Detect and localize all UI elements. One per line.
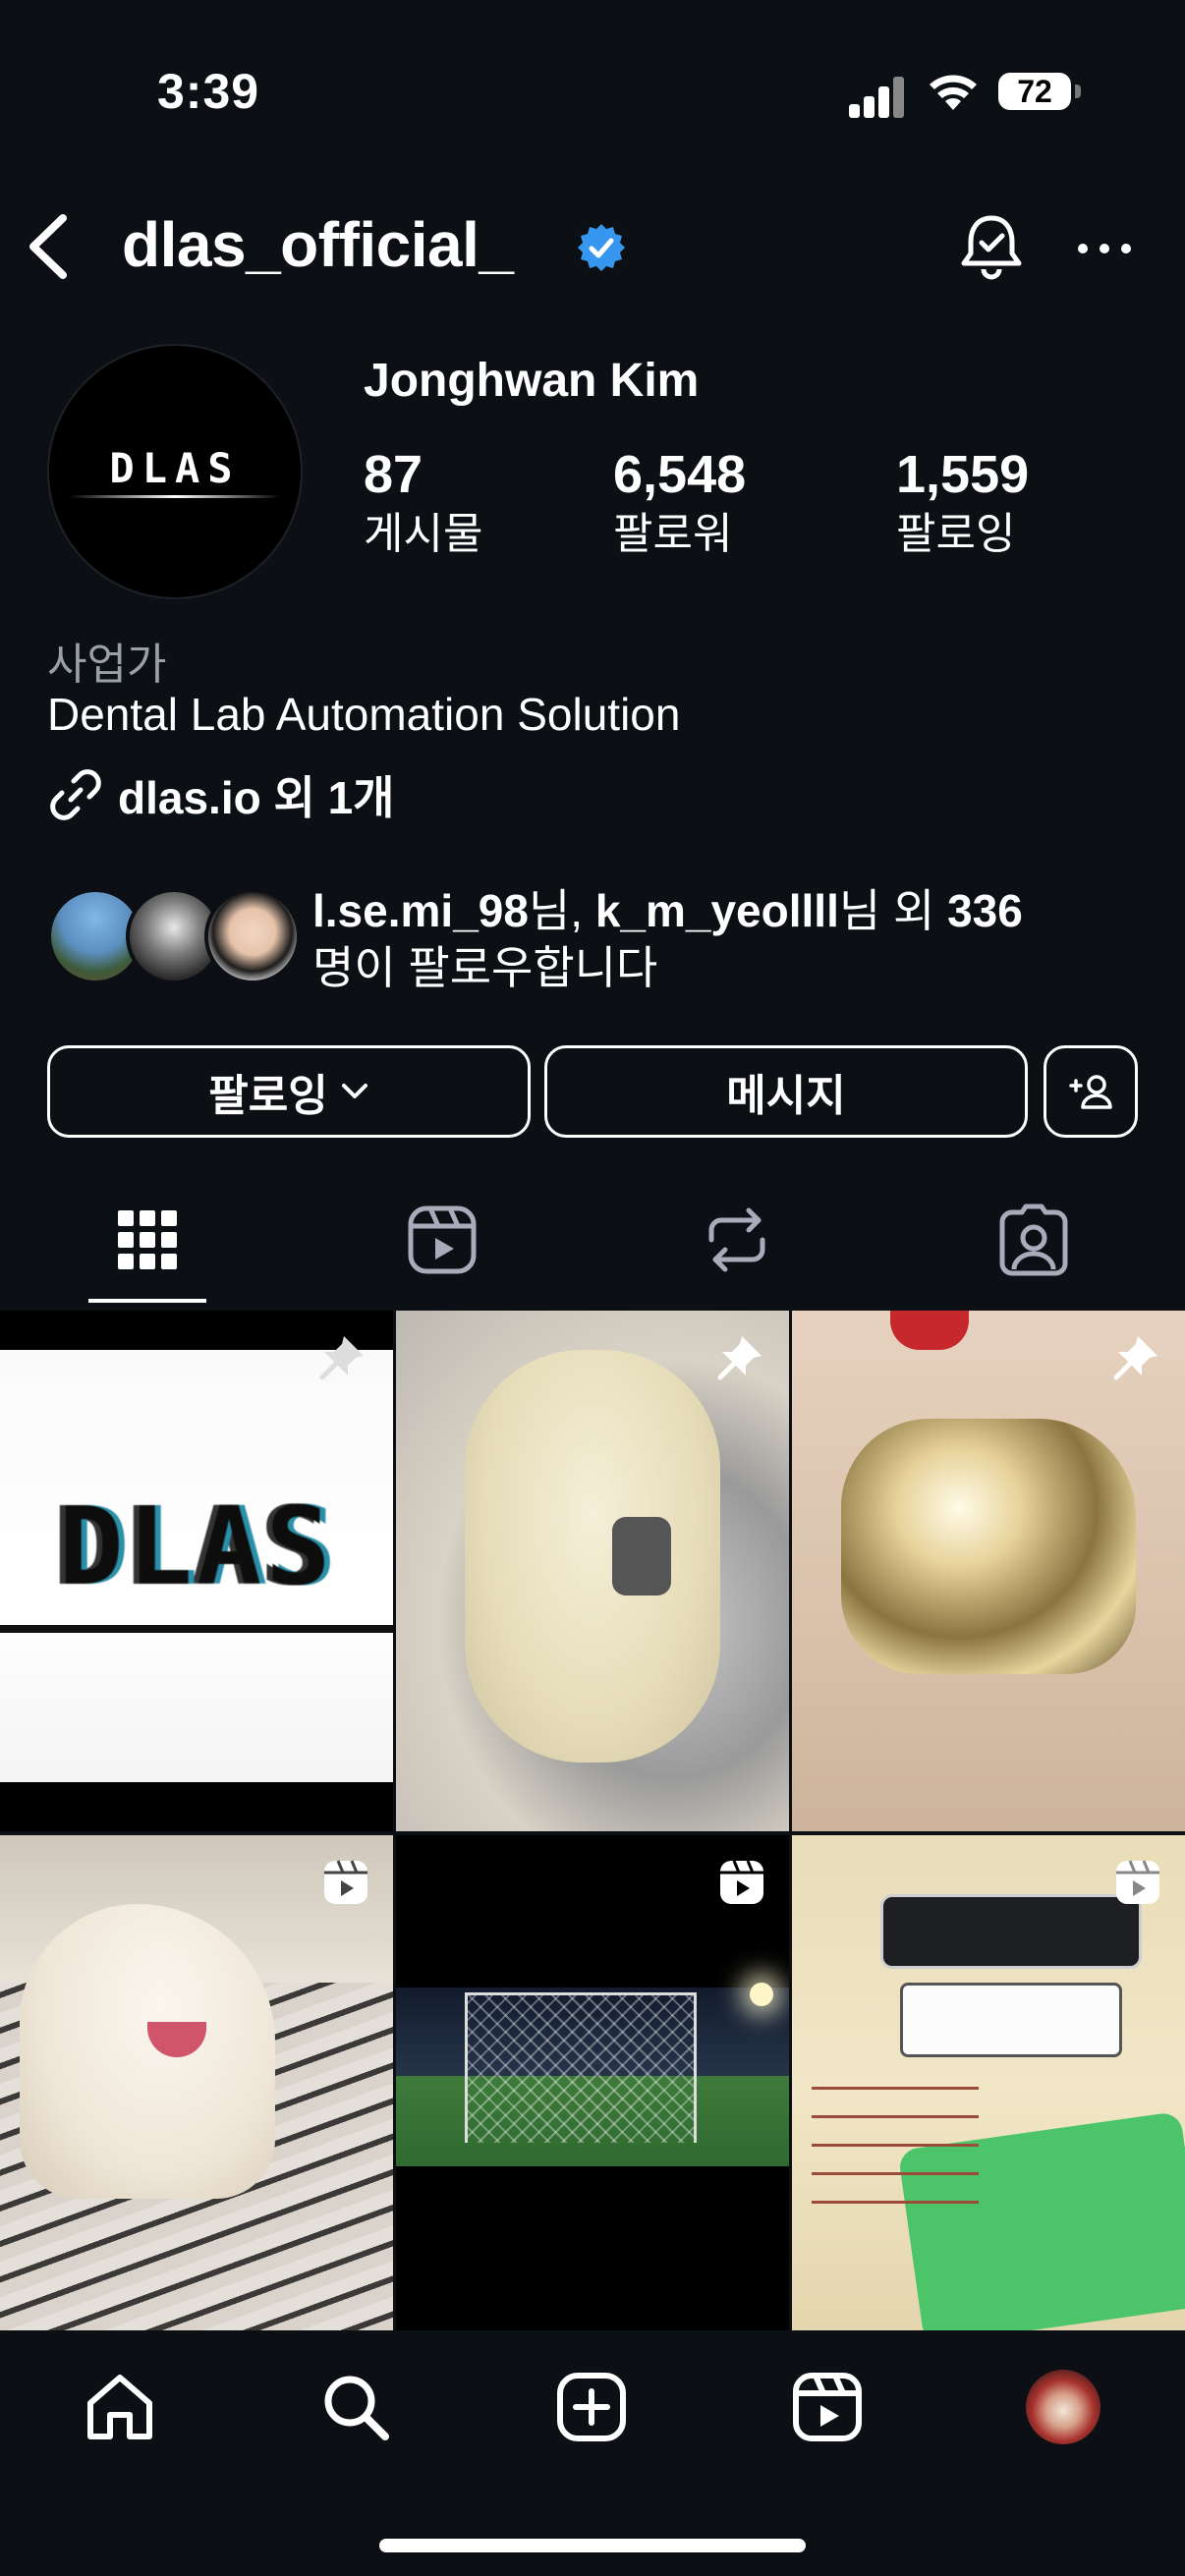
verified-badge-icon: [578, 224, 625, 271]
mutual-suffix-2: 님 외: [838, 885, 948, 936]
home-indicator: [379, 2539, 806, 2552]
mutual-count: 336: [947, 885, 1023, 936]
post-image-nametag: [900, 1983, 1122, 2057]
mutual-follower-avatar: [204, 888, 301, 984]
reposts-tab-icon[interactable]: [698, 1201, 776, 1279]
pin-icon: [717, 1336, 762, 1380]
post-image: [20, 1904, 275, 2199]
mutual-line-2: 명이 팔로우합니다: [312, 942, 658, 993]
reel-badge-icon: [720, 1860, 763, 1904]
battery-level: 72: [1017, 74, 1052, 109]
profile-link-text: dlas.io 외 1개: [118, 772, 395, 823]
following-button[interactable]: 팔로잉: [47, 1045, 531, 1138]
mutual-followers-text: l.se.mi_98님, k_m_yeollll님 외 336 명이 팔로우합니…: [312, 882, 1157, 996]
wifi-icon: [930, 75, 977, 110]
post-tile[interactable]: [396, 1311, 789, 1831]
profile-link[interactable]: dlas.io 외 1개: [47, 762, 395, 827]
following-label: 팔로잉: [896, 510, 1016, 558]
post-tile[interactable]: DLAS: [0, 1311, 393, 1831]
status-time: 3:39: [157, 64, 260, 119]
mutual-user-1: l.se.mi_98: [312, 885, 529, 936]
notification-bell-icon[interactable]: [957, 210, 1026, 283]
post-tile[interactable]: [792, 1311, 1185, 1831]
suggest-people-button[interactable]: [1044, 1045, 1138, 1138]
post-image-notes: [812, 2061, 979, 2218]
post-image-detail: [890, 1311, 969, 1350]
posts-stat[interactable]: 87 게시물: [364, 442, 482, 562]
search-icon[interactable]: [318, 2370, 393, 2444]
cellular-signal-icon: [849, 75, 904, 118]
add-person-icon: [1069, 1075, 1112, 1109]
pin-icon: [319, 1336, 364, 1380]
profile-nav-avatar[interactable]: [1026, 2370, 1100, 2444]
post-divider: [0, 1625, 393, 1633]
profile-avatar[interactable]: DLAS: [47, 344, 303, 599]
active-tab-indicator: [88, 1299, 206, 1303]
mutual-suffix-1: 님,: [528, 885, 595, 936]
create-post-icon[interactable]: [554, 2370, 629, 2444]
post-tile[interactable]: [792, 1835, 1185, 2330]
post-image: [465, 1350, 720, 1763]
post-image-detail: [612, 1517, 671, 1596]
back-icon[interactable]: [22, 210, 75, 283]
home-icon[interactable]: [83, 2370, 157, 2444]
message-button-label: 메시지: [726, 1072, 846, 1120]
link-icon: [50, 769, 101, 820]
reels-tab-icon[interactable]: [403, 1201, 481, 1279]
post-tile[interactable]: [0, 1835, 393, 2330]
following-button-label: 팔로잉: [208, 1072, 328, 1120]
post-image-light: [750, 1983, 773, 2006]
followers-count: 6,548: [613, 445, 747, 504]
avatar-logo: DLAS: [109, 444, 241, 492]
reel-badge-icon: [324, 1860, 367, 1904]
posts-count: 87: [364, 445, 423, 504]
profile-bio: Dental Lab Automation Solution: [47, 689, 681, 740]
reel-badge-icon: [1116, 1860, 1159, 1904]
followers-stat[interactable]: 6,548 팔로워: [613, 442, 746, 562]
post-image-nametag: [880, 1894, 1142, 1969]
battery-icon: 72: [998, 69, 1083, 114]
followers-label: 팔로워: [613, 510, 733, 558]
following-count: 1,559: [896, 445, 1030, 504]
more-options-icon[interactable]: [1075, 234, 1134, 263]
posts-label: 게시물: [364, 510, 483, 558]
following-stat[interactable]: 1,559 팔로잉: [896, 442, 1029, 562]
post-tile[interactable]: [396, 1835, 789, 2330]
pin-icon: [1113, 1336, 1157, 1380]
post-image: [841, 1419, 1136, 1674]
profile-category: 사업가: [47, 641, 167, 689]
profile-full-name: Jonghwan Kim: [364, 355, 700, 407]
tagged-tab-icon[interactable]: [994, 1201, 1073, 1279]
grid-icon[interactable]: [108, 1201, 187, 1279]
message-button[interactable]: 메시지: [544, 1045, 1028, 1138]
post-image-goal: [465, 1992, 697, 2143]
chevron-down-icon: [341, 1084, 367, 1098]
reels-nav-icon[interactable]: [790, 2370, 865, 2444]
post-glitch-text: DLAS: [58, 1484, 335, 1609]
profile-username: dlas_official_: [122, 209, 514, 280]
avatar-logo-line: [69, 495, 281, 498]
mutual-user-2: k_m_yeollll: [594, 885, 839, 936]
mutual-followers[interactable]: l.se.mi_98님, k_m_yeollll님 외 336 명이 팔로우합니…: [47, 882, 1157, 993]
